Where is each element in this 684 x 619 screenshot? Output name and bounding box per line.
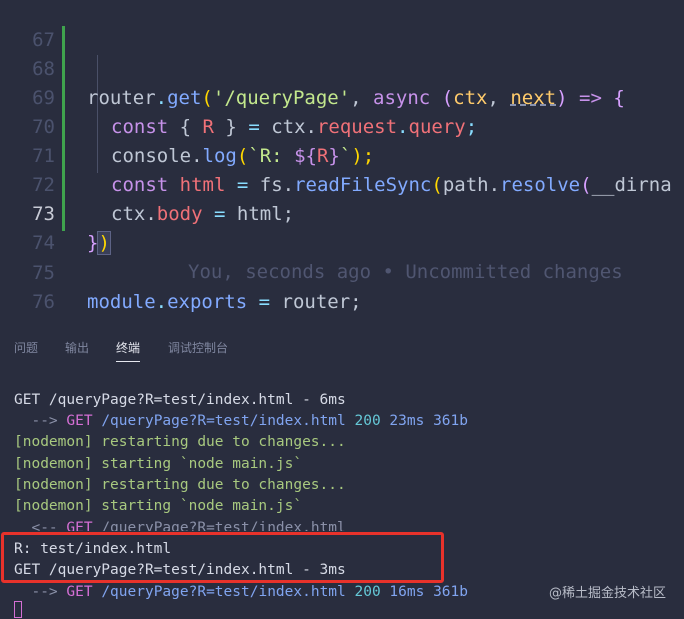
- code-line[interactable]: 76: [0, 259, 684, 313]
- code-line-current[interactable]: 73 }) You, seconds ago • Uncommitted cha…: [0, 171, 684, 283]
- code-line[interactable]: 68 router.get('/queryPage', async (ctx, …: [0, 26, 684, 109]
- terminal-line: --> GET /queryPage?R=test/index.html 200…: [14, 584, 468, 600]
- code-line[interactable]: 71 const html = fs.readFileSync(path.res…: [0, 113, 684, 196]
- tab-output[interactable]: 输出: [65, 339, 89, 361]
- line-number: 76: [32, 291, 55, 313]
- tab-debug-console[interactable]: 调试控制台: [168, 339, 228, 361]
- terminal-line: [nodemon] starting `node main.js`: [14, 456, 303, 472]
- code-text: module.exports = router;: [87, 291, 362, 313]
- code-line[interactable]: 74: [0, 200, 684, 254]
- terminal-line: [nodemon] restarting due to changes...: [14, 477, 346, 493]
- terminal-line: --> GET /queryPage?R=test/index.html 200…: [14, 413, 468, 429]
- terminal-line: [nodemon] restarting due to changes...: [14, 434, 346, 450]
- code-line[interactable]: 69 const { R } = ctx.request.query;: [0, 55, 684, 138]
- terminal-line: GET /queryPage?R=test/index.html - 6ms: [14, 392, 346, 408]
- code-editor[interactable]: 67 68 router.get('/queryPage', async (ct…: [0, 0, 684, 320]
- highlight-box: [1, 532, 444, 583]
- watermark: @稀土掘金技术社区: [548, 586, 666, 601]
- tab-terminal[interactable]: 终端: [116, 339, 141, 362]
- tab-problems[interactable]: 问题: [14, 339, 38, 361]
- terminal-line: [nodemon] starting `node main.js`: [14, 498, 303, 514]
- code-line[interactable]: 67: [0, 0, 684, 51]
- terminal-line: <-- GET /queryPage?R=test/index.html: [14, 520, 346, 531]
- code-line[interactable]: 70 console.log(`R: ${R}`);: [0, 84, 684, 167]
- code-line[interactable]: 72 ctx.body = html;: [0, 142, 684, 225]
- panel-tabs: 问题 输出 终端 调试控制台: [0, 320, 684, 370]
- bottom-panel: 问题 输出 终端 调试控制台 GET /queryPage?R=test/ind…: [0, 320, 684, 619]
- terminal-cursor: [14, 601, 22, 618]
- code-line[interactable]: 75 module.exports = router;: [0, 230, 684, 313]
